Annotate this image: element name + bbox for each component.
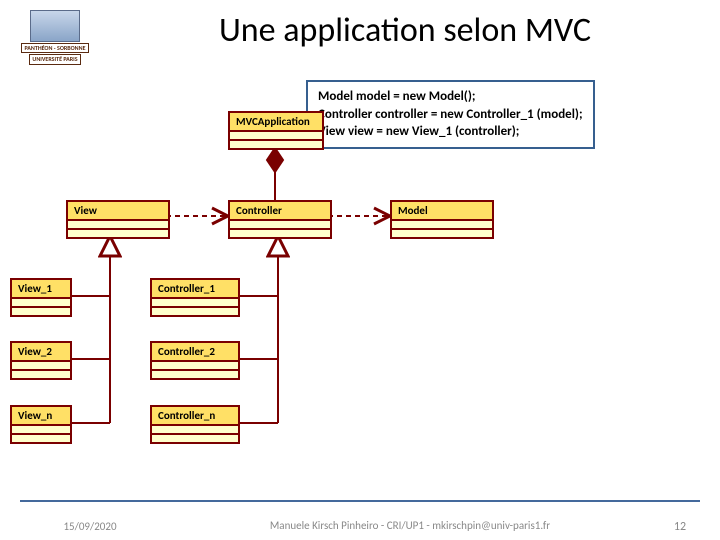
class-name: Model	[392, 202, 492, 221]
class-view-n: View_n	[10, 405, 72, 444]
class-name: Controller_2	[152, 343, 238, 362]
logo-text1: PANTHÉON - SORBONNE	[21, 43, 88, 54]
class-mvcapplication: MVCApplication	[228, 111, 324, 150]
class-name: View_1	[12, 280, 70, 299]
class-name: View_n	[12, 407, 70, 426]
class-view-1: View_1	[10, 278, 72, 317]
footer-author: Manuele Kirsch Pinheiro - CRI/UP1 - mkir…	[180, 520, 640, 534]
class-view: View	[66, 200, 170, 239]
class-name: View	[68, 202, 168, 221]
logo-image	[30, 10, 80, 42]
slide-title: Une application selon MVC	[110, 10, 700, 51]
class-model: Model	[390, 200, 494, 239]
class-name: MVCApplication	[230, 113, 322, 132]
footer-divider	[20, 500, 700, 502]
university-logo: PANTHÉON - SORBONNE UNIVERSITÉ PARIS	[10, 10, 100, 65]
logo-text2: UNIVERSITÉ PARIS	[29, 54, 80, 65]
class-controller-1: Controller_1	[150, 278, 240, 317]
class-view-2: View_2	[10, 341, 72, 380]
class-controller-n: Controller_n	[150, 405, 240, 444]
class-name: Controller_n	[152, 407, 238, 426]
page-number: 12	[640, 520, 720, 534]
class-controller-2: Controller_2	[150, 341, 240, 380]
uml-diagram: Controller dashed --> Model dashed --> M…	[10, 78, 710, 438]
class-controller: Controller	[228, 200, 332, 239]
footer-date: 15/09/2020	[0, 520, 180, 534]
footer: 15/09/2020 Manuele Kirsch Pinheiro - CRI…	[0, 520, 720, 534]
diagram-connectors: Controller dashed --> Model dashed -->	[10, 78, 710, 438]
class-name: Controller_1	[152, 280, 238, 299]
class-name: View_2	[12, 343, 70, 362]
class-name: Controller	[230, 202, 330, 221]
